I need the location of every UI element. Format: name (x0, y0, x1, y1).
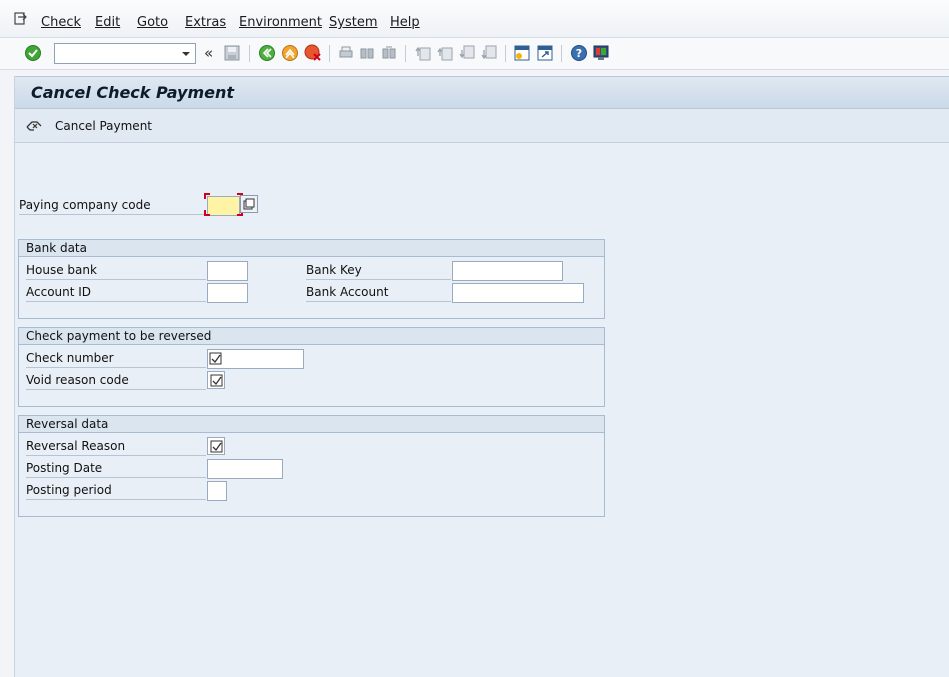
toolbar-separator (505, 45, 506, 62)
exit-icon[interactable] (281, 44, 299, 62)
bank-account-input[interactable] (452, 283, 584, 303)
menu-environment[interactable]: Environment (239, 15, 322, 30)
svg-text:?: ? (576, 47, 582, 60)
account-id-input[interactable] (207, 283, 248, 303)
menu-goto-label: Goto (137, 15, 169, 30)
command-field[interactable] (54, 43, 196, 64)
toolbar-separator (561, 45, 562, 62)
find-icon[interactable] (358, 44, 376, 62)
chevron-down-icon[interactable] (179, 46, 193, 61)
bank-data-title: Bank data (19, 240, 604, 257)
last-page-icon[interactable] (480, 44, 498, 62)
next-page-icon[interactable] (458, 44, 476, 62)
required-marker (204, 210, 210, 216)
menu-goto[interactable]: Goto (137, 15, 168, 30)
menu-environment-label: Environment (239, 15, 323, 30)
previous-page-icon[interactable] (436, 44, 454, 62)
application-toolbar: Cancel Payment (15, 109, 949, 143)
cancel-payment-icon (26, 121, 42, 131)
title-bar: Cancel Check Payment (15, 76, 949, 109)
bank-key-input[interactable] (452, 261, 563, 281)
print-icon[interactable] (337, 44, 355, 62)
shortcut-icon[interactable] (536, 44, 554, 62)
reversal-reason-label: Reversal Reason (26, 437, 206, 456)
content-area: Cancel Check Payment Cancel Payment Payi… (14, 76, 949, 677)
back-icon[interactable] (258, 44, 276, 62)
toolbar-separator (405, 45, 406, 62)
check-number-label: Check number (26, 349, 206, 368)
house-bank-input[interactable] (207, 261, 248, 281)
menu-check[interactable]: Check (41, 15, 81, 30)
required-marker (204, 193, 210, 199)
menu-icon[interactable] (14, 12, 28, 26)
bank-account-label: Bank Account (306, 283, 451, 302)
check-payment-group: Check payment to be reversed Check numbe… (18, 327, 605, 407)
find-next-icon[interactable] (380, 44, 398, 62)
cancel-icon[interactable] (304, 44, 322, 62)
void-reason-code-input[interactable] (207, 371, 225, 389)
help-icon[interactable]: ? (570, 44, 588, 62)
first-page-icon[interactable] (414, 44, 432, 62)
posting-date-label: Posting Date (26, 459, 206, 478)
menu-system[interactable]: System (329, 15, 377, 30)
required-check-icon (207, 350, 225, 368)
cancel-payment-label: Cancel Payment (55, 119, 153, 133)
posting-period-input[interactable] (207, 481, 227, 501)
menu-bar: Check Edit Goto Extras Environment Syste… (0, 0, 949, 38)
posting-date-input[interactable] (207, 459, 283, 479)
reversal-reason-input[interactable] (207, 437, 225, 455)
page-title: Cancel Check Payment (31, 83, 234, 102)
bank-key-label: Bank Key (306, 261, 451, 280)
paying-company-code-label: Paying company code (19, 196, 209, 215)
system-toolbar: « ? (0, 38, 949, 70)
reversal-data-title: Reversal data (19, 416, 604, 433)
menu-system-label: System (329, 15, 378, 30)
save-icon[interactable] (223, 44, 241, 62)
menu-edit[interactable]: Edit (95, 15, 120, 30)
enter-check-icon[interactable] (24, 44, 42, 62)
customize-layout-icon[interactable] (592, 44, 610, 62)
value-help-button[interactable] (240, 195, 258, 213)
menu-check-label: Check (41, 15, 81, 30)
cancel-payment-button[interactable]: Cancel Payment (25, 117, 152, 135)
collapse-icon[interactable]: « (204, 44, 213, 62)
toolbar-separator (329, 45, 330, 62)
menu-extras[interactable]: Extras (185, 15, 226, 30)
value-help-icon (243, 198, 255, 210)
menu-extras-label: Extras (185, 15, 227, 30)
void-reason-code-label: Void reason code (26, 371, 206, 390)
menu-edit-label: Edit (95, 15, 121, 30)
paying-company-code-input[interactable] (207, 196, 240, 216)
reversal-data-group: Reversal data Reversal Reason Posting Da… (18, 415, 605, 517)
required-check-icon (210, 440, 223, 453)
menu-help-label: Help (390, 15, 420, 30)
menu-help[interactable]: Help (390, 15, 420, 30)
check-payment-title: Check payment to be reversed (19, 328, 604, 345)
bank-data-group: Bank data House bank Account ID Bank Key… (18, 239, 605, 319)
posting-period-label: Posting period (26, 481, 206, 500)
house-bank-label: House bank (26, 261, 206, 280)
account-id-label: Account ID (26, 283, 206, 302)
required-check-icon (210, 374, 223, 387)
create-session-icon[interactable] (513, 44, 531, 62)
toolbar-separator (249, 45, 250, 62)
